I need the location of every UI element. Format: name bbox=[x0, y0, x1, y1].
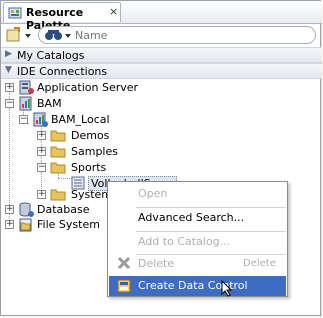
node-label: Samples bbox=[71, 145, 118, 158]
new-connection-button[interactable] bbox=[5, 26, 33, 44]
expand-icon[interactable]: + bbox=[5, 83, 14, 92]
expand-icon[interactable]: + bbox=[37, 131, 46, 140]
file-system-icon bbox=[18, 217, 35, 236]
tree-guide bbox=[58, 178, 72, 179]
menu-item-shortcut: Delete bbox=[243, 258, 276, 269]
section-label: IDE Connections bbox=[17, 65, 108, 78]
folder-icon bbox=[50, 187, 66, 204]
node-label: Database bbox=[37, 203, 90, 216]
expanded-arrow-icon[interactable]: ▼ bbox=[5, 65, 12, 75]
menu-item-delete[interactable]: Delete Delete bbox=[109, 254, 286, 274]
menu-item-create-data-control[interactable]: Create Data Control bbox=[109, 276, 286, 296]
folder-icon bbox=[50, 128, 66, 145]
tab-resource-palette[interactable]: Resource Palette × bbox=[3, 2, 121, 32]
collapse-icon[interactable]: − bbox=[37, 163, 46, 172]
expand-icon[interactable]: + bbox=[37, 147, 46, 156]
palette-icon bbox=[8, 6, 22, 23]
expand-icon[interactable]: + bbox=[5, 205, 14, 214]
menu-item-add-to-catalog[interactable]: Add to Catalog... bbox=[109, 232, 286, 252]
folder-icon bbox=[50, 160, 66, 177]
collapsed-arrow-icon[interactable]: ▶ bbox=[5, 49, 12, 59]
collapse-icon[interactable]: − bbox=[5, 99, 14, 108]
node-label: Sports bbox=[71, 161, 107, 174]
section-ide-connections[interactable]: ▼ IDE Connections bbox=[1, 63, 322, 79]
menu-item-open[interactable]: Open bbox=[109, 184, 286, 204]
folder-icon bbox=[50, 144, 66, 161]
node-label: File System bbox=[37, 218, 100, 231]
menu-item-label: Open bbox=[138, 187, 168, 200]
bam-local-icon bbox=[32, 112, 49, 131]
menu-item-advanced-search[interactable]: Advanced Search... bbox=[109, 208, 286, 228]
section-my-catalogs[interactable]: ▶ My Catalogs bbox=[1, 47, 322, 63]
toolbar bbox=[1, 24, 322, 46]
node-label: Application Server bbox=[37, 81, 139, 94]
menu-item-label: Delete bbox=[138, 257, 175, 270]
context-menu: Open Advanced Search... Add to Catalog..… bbox=[107, 181, 288, 297]
node-label: Demos bbox=[71, 129, 110, 142]
expand-icon[interactable]: + bbox=[37, 190, 46, 199]
search-input[interactable] bbox=[75, 28, 305, 42]
search-box[interactable] bbox=[38, 26, 316, 44]
menu-item-label: Advanced Search... bbox=[138, 211, 245, 224]
resource-palette-panel: Resource Palette × ▶ My Catalogs ▼ IDE C… bbox=[0, 0, 322, 316]
data-control-icon bbox=[117, 279, 131, 296]
node-label: BAM bbox=[37, 97, 62, 110]
binoculars-icon[interactable] bbox=[43, 28, 73, 45]
tab-bar: Resource Palette × bbox=[1, 1, 322, 32]
close-icon[interactable]: × bbox=[109, 5, 118, 18]
collapse-icon[interactable]: − bbox=[19, 115, 28, 124]
mouse-cursor-icon bbox=[221, 279, 233, 300]
menu-item-label: Add to Catalog... bbox=[138, 235, 231, 248]
node-label: BAM_Local bbox=[51, 113, 110, 126]
expand-icon[interactable]: + bbox=[5, 220, 14, 229]
section-label: My Catalogs bbox=[17, 49, 85, 62]
delete-icon bbox=[117, 256, 131, 273]
node-label: System bbox=[71, 188, 113, 201]
